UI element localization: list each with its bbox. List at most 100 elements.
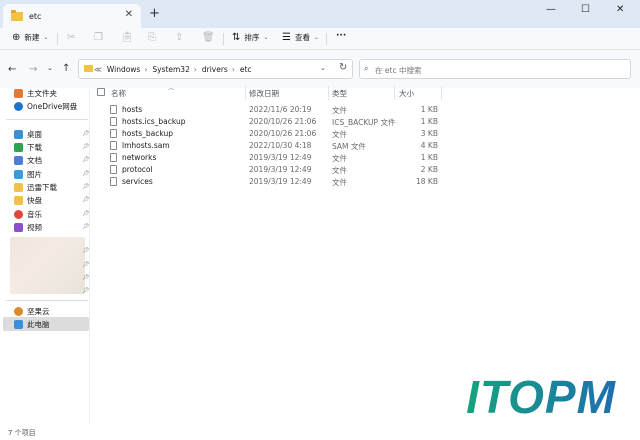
pin-icon[interactable]: 📌︎ xyxy=(82,287,90,294)
sidebar-item-nutstore[interactable]: 坚果云 xyxy=(14,306,50,317)
sidebar-item-label: 视频 xyxy=(27,223,42,232)
file-name: networks xyxy=(122,153,157,162)
sidebar-item-home[interactable]: 主文件夹 xyxy=(14,88,57,99)
delete-icon[interactable]: 🗑︎ xyxy=(202,32,215,43)
more-options-button[interactable]: ··· xyxy=(336,31,346,41)
pin-icon[interactable]: 📌︎ xyxy=(82,143,90,150)
pin-icon[interactable]: 📌︎ xyxy=(82,156,90,163)
new-tab-button[interactable]: + xyxy=(149,6,160,21)
sort-caret-icon: ︿ xyxy=(168,85,175,92)
chevron-down-icon: ⌄ xyxy=(263,34,269,41)
sidebar-item-this-pc[interactable]: 此电脑 xyxy=(14,319,50,330)
sidebar-item-label: 下载 xyxy=(27,143,42,152)
table-row[interactable]: lmhosts.sam 2022/10/30 4:18 SAM 文件 4 KB xyxy=(92,140,637,152)
file-type: 文件 xyxy=(332,130,347,139)
pin-icon[interactable]: 📌︎ xyxy=(82,170,90,177)
column-header-name[interactable]: 名称 xyxy=(111,88,126,99)
table-row[interactable]: services 2019/3/19 12:49 文件 18 KB xyxy=(92,176,637,188)
overflow-crumb[interactable]: ≪ xyxy=(94,65,102,74)
pin-icon[interactable]: 📌︎ xyxy=(82,196,90,203)
sidebar-item-kuaipan[interactable]: 快盘 xyxy=(14,195,42,206)
chevron-right-icon: › xyxy=(231,65,235,74)
table-row[interactable]: hosts_backup 2020/10/26 21:06 文件 3 KB xyxy=(92,128,637,140)
crumb-drivers[interactable]: drivers xyxy=(202,65,228,74)
refresh-icon[interactable]: ↻ xyxy=(339,62,347,73)
file-type: SAM 文件 xyxy=(332,142,366,151)
recent-chevron-icon[interactable]: ⌄ xyxy=(47,64,53,72)
watermark-text: ITOPM xyxy=(466,371,616,423)
file-size: 4 KB xyxy=(420,141,438,150)
sidebar-item-downloads[interactable]: 下载 xyxy=(14,142,42,153)
file-icon xyxy=(110,165,117,174)
sidebar-item-label: 迅雷下载 xyxy=(27,183,57,192)
paste-icon[interactable]: 📋︎ xyxy=(121,32,134,43)
tab-close-icon[interactable]: ✕ xyxy=(125,9,133,20)
pin-icon[interactable]: 📌︎ xyxy=(82,247,90,254)
column-header-size[interactable]: 大小 xyxy=(399,88,414,99)
crumb-etc[interactable]: etc xyxy=(240,65,252,74)
address-dropdown-icon[interactable]: ⌄ xyxy=(320,64,326,72)
pin-icon[interactable]: 📌︎ xyxy=(82,274,90,281)
item-count: 7 个项目 xyxy=(8,429,36,437)
sidebar-item-documents[interactable]: 文档 xyxy=(14,155,42,166)
crumb-windows[interactable]: Windows xyxy=(107,65,140,74)
sort-button[interactable]: ⇅ 排序 ⌄ xyxy=(232,32,268,43)
table-row[interactable]: hosts 2022/11/6 20:19 文件 1 KB xyxy=(92,104,637,116)
table-row[interactable]: protocol 2019/3/19 12:49 文件 2 KB xyxy=(92,164,637,176)
home-icon xyxy=(14,89,23,98)
computer-icon xyxy=(14,320,23,329)
sidebar-item-onedrive[interactable]: OneDrive网盘 xyxy=(14,101,77,112)
sidebar-item-desktop[interactable]: 桌面 xyxy=(14,129,42,140)
tab-etc[interactable]: etc ✕ xyxy=(3,4,141,28)
table-row[interactable]: networks 2019/3/19 12:49 文件 1 KB xyxy=(92,152,637,164)
column-header-type[interactable]: 类型 xyxy=(332,88,347,99)
minimize-button[interactable]: — xyxy=(546,4,556,15)
view-button-label: 查看 xyxy=(294,33,310,42)
file-date: 2019/3/19 12:49 xyxy=(249,153,312,162)
cut-icon[interactable]: ✂ xyxy=(67,32,75,43)
share-icon[interactable]: ⇪ xyxy=(175,32,183,43)
sidebar-item-videos[interactable]: 视频 xyxy=(14,222,42,233)
file-icon xyxy=(110,177,117,186)
forward-arrow-icon[interactable]: → xyxy=(29,64,37,75)
sort-button-label: 排序 xyxy=(244,33,260,42)
column-separator[interactable] xyxy=(441,86,442,100)
back-arrow-icon[interactable]: ← xyxy=(8,64,16,75)
pin-icon[interactable]: 📌︎ xyxy=(82,130,90,137)
search-input[interactable]: 在 etc 中搜索 xyxy=(375,65,421,76)
close-button[interactable]: ✕ xyxy=(616,4,624,15)
search-icon: ⌕ xyxy=(364,64,369,73)
up-arrow-icon[interactable]: ↑ xyxy=(62,63,70,74)
sidebar-item-music[interactable]: 音乐 xyxy=(14,209,42,220)
toolbar-divider xyxy=(57,33,58,45)
column-header-date[interactable]: 修改日期 xyxy=(249,88,279,99)
file-type: 文件 xyxy=(332,166,347,175)
pin-icon[interactable]: 📌︎ xyxy=(82,210,90,217)
sort-icon: ⇅ xyxy=(232,32,241,43)
sidebar-item-xunlei[interactable]: 迅雷下载 xyxy=(14,182,57,193)
table-row[interactable]: hosts.ics_backup 2020/10/26 21:06 ICS_BA… xyxy=(92,116,637,128)
pin-icon[interactable]: 📌︎ xyxy=(82,223,90,230)
maximize-button[interactable]: ☐ xyxy=(581,4,590,15)
pin-icon[interactable]: 📌︎ xyxy=(82,183,90,190)
copy-icon[interactable]: ❐ xyxy=(94,32,103,43)
file-date: 2022/10/30 4:18 xyxy=(249,141,312,150)
crumb-system32[interactable]: System32 xyxy=(152,65,190,74)
view-button[interactable]: ☰ 查看 ⌄ xyxy=(282,32,319,43)
folder-icon xyxy=(14,183,23,192)
select-all-checkbox[interactable] xyxy=(97,88,105,96)
file-name: hosts.ics_backup xyxy=(122,117,186,126)
rename-icon[interactable]: ⎘ xyxy=(148,32,156,43)
folder-icon xyxy=(11,9,23,21)
sidebar-item-pictures[interactable]: 图片 xyxy=(14,169,42,180)
column-separator[interactable] xyxy=(394,86,395,100)
new-button-label: 新建 xyxy=(24,33,40,42)
column-separator[interactable] xyxy=(245,86,246,100)
sidebar-item-label: 主文件夹 xyxy=(27,89,57,98)
folder-icon xyxy=(14,196,23,205)
new-button[interactable]: ⊕ 新建 ⌄ xyxy=(12,32,48,43)
column-separator[interactable] xyxy=(328,86,329,100)
sidebar-item-label: 音乐 xyxy=(27,210,42,219)
music-icon xyxy=(14,210,23,219)
pin-icon[interactable]: 📌︎ xyxy=(82,261,90,268)
